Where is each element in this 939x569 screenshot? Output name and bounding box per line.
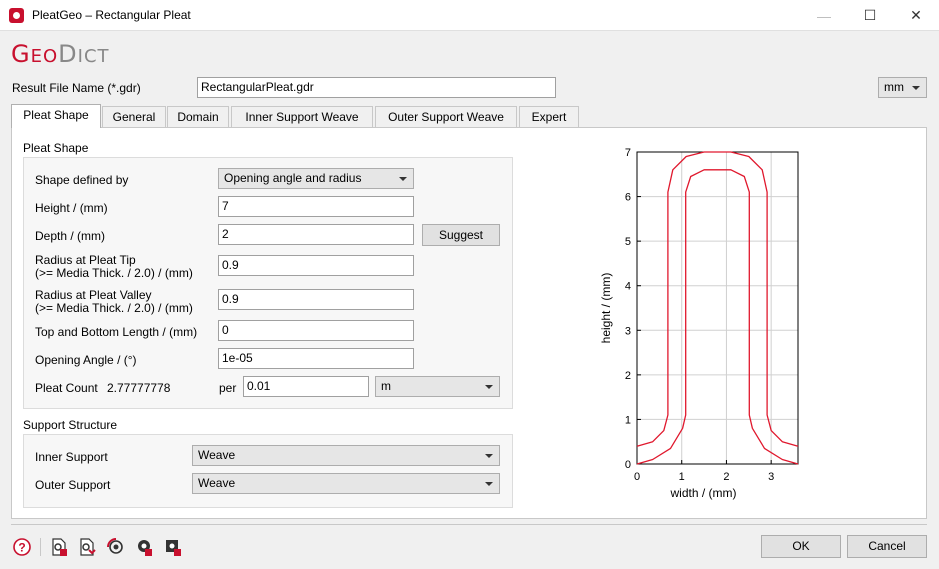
top-bottom-length-label: Top and Bottom Length / (mm) — [35, 325, 198, 339]
run-macro-icon[interactable] — [134, 537, 154, 557]
x-tick-label-1: 1 — [679, 471, 685, 483]
bottom-divider — [11, 524, 927, 525]
geodict-logo: GEODICT — [11, 40, 110, 68]
app-icon — [9, 8, 24, 23]
per-value-input[interactable]: 0.01 — [243, 376, 369, 397]
tab-domain[interactable]: Domain — [167, 106, 229, 128]
shape-defined-by-label: Shape defined by — [35, 173, 129, 187]
unit-select[interactable]: mm — [878, 77, 927, 98]
pleat-shape-section-title: Pleat Shape — [23, 141, 89, 155]
y-tick-label-0: 0 — [625, 459, 631, 471]
x-tick-label-2: 2 — [723, 471, 729, 483]
minimize-button[interactable]: — — [801, 0, 847, 31]
y-tick-label-6: 6 — [625, 192, 631, 204]
top-bottom-length-input[interactable]: 0 — [218, 320, 414, 341]
tab-general[interactable]: General — [102, 106, 166, 128]
x-tick-label-0: 0 — [634, 471, 640, 483]
help-glyph: ? — [18, 541, 25, 555]
height-label: Height / (mm) — [35, 201, 108, 215]
tab-inner-support-weave[interactable]: Inner Support Weave — [231, 106, 373, 128]
record-macro-icon[interactable] — [163, 537, 183, 557]
ok-button[interactable]: OK — [761, 535, 841, 558]
y-tick-label-1: 1 — [625, 414, 631, 426]
pleat-count-label: Pleat Count — [35, 381, 98, 395]
pleat-count-value: 2.77777778 — [107, 381, 171, 395]
x-tick-label-3: 3 — [768, 471, 774, 483]
close-button[interactable]: ✕ — [893, 0, 939, 31]
maximize-button[interactable]: ☐ — [847, 0, 893, 31]
shape-defined-by-select[interactable]: Opening angle and radius — [218, 168, 414, 189]
inner-support-label: Inner Support — [35, 450, 108, 464]
radius-valley-input[interactable]: 0.9 — [218, 289, 414, 310]
opening-angle-label: Opening Angle / (°) — [35, 353, 137, 367]
radius-tip-label: Radius at Pleat Tip — [35, 253, 136, 267]
depth-label: Depth / (mm) — [35, 229, 106, 243]
y-tick-label-4: 4 — [625, 281, 631, 293]
outer-support-select[interactable]: Weave — [192, 473, 500, 494]
tab-outer-support-weave[interactable]: Outer Support Weave — [375, 106, 517, 128]
chevron-down-icon — [399, 177, 407, 181]
chevron-down-icon — [912, 86, 920, 90]
reset-settings-icon[interactable] — [106, 537, 126, 557]
y-tick-label-5: 5 — [625, 236, 631, 248]
depth-input[interactable]: 2 — [218, 224, 414, 245]
toolbar-separator — [40, 538, 41, 556]
per-unit-select[interactable]: m — [375, 376, 500, 397]
suggest-button[interactable]: Suggest — [422, 224, 500, 246]
radius-valley-label: Radius at Pleat Valley — [35, 288, 152, 302]
chevron-down-icon — [485, 482, 493, 486]
result-file-label: Result File Name (*.gdr) — [12, 81, 141, 95]
y-tick-label-7: 7 — [625, 147, 631, 159]
outer-support-label: Outer Support — [35, 478, 111, 492]
y-tick-label-3: 3 — [625, 325, 631, 337]
opening-angle-input[interactable]: 1e-05 — [218, 348, 414, 369]
pleat-shape-group — [23, 157, 513, 409]
y-tick-label-2: 2 — [625, 370, 631, 382]
tab-pleat-shape[interactable]: Pleat Shape — [11, 104, 101, 128]
y-axis-label: height / (mm) — [599, 273, 613, 344]
support-structure-section-title: Support Structure — [23, 418, 118, 432]
per-label: per — [219, 381, 237, 395]
result-file-input[interactable]: RectangularPleat.gdr — [197, 77, 556, 98]
title-bar: PleatGeo – Rectangular Pleat — ☐ ✕ — [0, 0, 939, 31]
save-settings-icon[interactable] — [77, 537, 97, 557]
chevron-down-icon — [485, 454, 493, 458]
radius-valley-sublabel: (>= Media Thick. / 2.0) / (mm) — [35, 301, 193, 315]
chevron-down-icon — [485, 385, 493, 389]
help-icon[interactable]: ? — [12, 537, 32, 557]
plot-frame — [636, 151, 799, 465]
tab-expert[interactable]: Expert — [519, 106, 579, 128]
window-title: PleatGeo – Rectangular Pleat — [32, 8, 191, 22]
radius-tip-input[interactable]: 0.9 — [218, 255, 414, 276]
radius-tip-sublabel: (>= Media Thick. / 2.0) / (mm) — [35, 266, 193, 280]
pleat-shape-chart: 0 1 2 3 0 1 2 3 4 5 6 7 width / (mm) height / (mm) — [599, 147, 799, 500]
height-input[interactable]: 7 — [218, 196, 414, 217]
x-axis-label: width / (mm) — [670, 486, 737, 500]
inner-support-select[interactable]: Weave — [192, 445, 500, 466]
load-settings-icon[interactable] — [49, 537, 69, 557]
cancel-button[interactable]: Cancel — [847, 535, 927, 558]
